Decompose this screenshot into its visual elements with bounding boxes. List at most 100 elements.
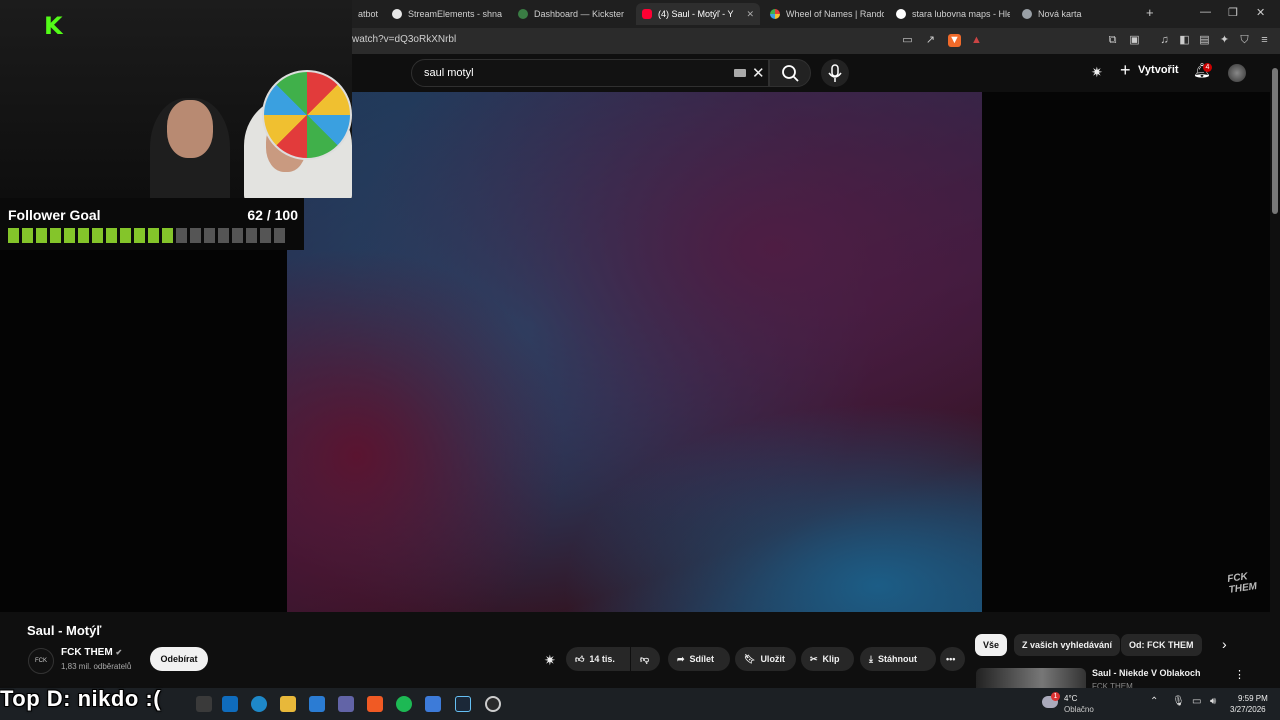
browser-tab-active[interactable]: (4) Saul - Motýľ - Y ✕: [636, 3, 760, 25]
recommended-thumbnail[interactable]: [976, 668, 1086, 688]
google-icon: [896, 9, 906, 19]
teams-icon[interactable]: [338, 696, 354, 712]
subscribe-button[interactable]: Odebírat: [150, 647, 208, 671]
outlook-icon[interactable]: [222, 696, 238, 712]
prize-wheel-icon: [262, 70, 352, 160]
clip-button[interactable]: ✂ Klip: [801, 647, 854, 671]
thumbs-up-icon: 👍︎: [575, 653, 585, 664]
mic-icon: [828, 64, 842, 82]
store-icon[interactable]: [309, 696, 325, 712]
browser-tab[interactable]: StreamElements - shnaidy: [386, 3, 502, 25]
menu-icon[interactable]: ≡: [1258, 34, 1271, 47]
top-donor-overlay: Top D: nikdo :(: [0, 686, 162, 711]
clock-time[interactable]: 9:59 PM: [1238, 694, 1268, 703]
media-icon[interactable]: ♫: [1158, 34, 1171, 47]
goal-progress-segment: [190, 228, 201, 243]
video-title: Saul - Motýľ: [27, 623, 102, 638]
create-button[interactable]: Vytvořit: [1138, 64, 1179, 76]
dislike-button[interactable]: 👎︎: [631, 647, 660, 671]
cast-icon[interactable]: ▭: [901, 34, 914, 47]
steam-icon[interactable]: [455, 696, 471, 712]
streamelements-icon: [392, 9, 402, 19]
search-box[interactable]: ✕: [411, 59, 769, 87]
bookmark-icon: 🔖︎: [744, 653, 756, 664]
task-view-icon[interactable]: [196, 696, 212, 712]
goal-progress-segment: [260, 228, 271, 243]
search-input[interactable]: [422, 66, 726, 80]
goal-progress-segment: [246, 228, 257, 243]
windows-taskbar: 1 4°C Oblačno ⌃ 🎙︎ ▭ 🔊︎ 9:59 PM 3/27/202…: [0, 688, 1280, 720]
channel-name[interactable]: FCK THEM ✔: [61, 647, 122, 658]
share-icon[interactable]: ↗: [924, 34, 937, 47]
weather-description: Oblačno: [1064, 705, 1094, 714]
channel-avatar[interactable]: FCK: [28, 648, 54, 674]
video-side-background: [982, 92, 1280, 612]
filter-chip-all[interactable]: Vše: [975, 634, 1008, 656]
extensions-icon[interactable]: ⧉: [1106, 34, 1119, 47]
vpn-icon[interactable]: ⛉: [1238, 34, 1251, 47]
avatar[interactable]: [1228, 64, 1246, 82]
app-icon[interactable]: [425, 696, 441, 712]
goal-progress-bar: [8, 228, 285, 243]
search-button[interactable]: [769, 59, 811, 87]
share-arrow-icon: ➦: [677, 653, 685, 664]
maximize-icon[interactable]: ❐: [1228, 6, 1238, 19]
ask-ai-icon[interactable]: ✷: [544, 652, 556, 669]
goal-progress-segment: [176, 228, 187, 243]
sidebar-icon[interactable]: ◧: [1178, 34, 1191, 47]
scrollbar[interactable]: [1270, 54, 1280, 688]
youtube-icon: [642, 9, 652, 19]
microphone-tray-icon[interactable]: 🎙︎: [1172, 696, 1185, 707]
thumbs-down-icon: 👎︎: [640, 653, 650, 664]
spotify-icon[interactable]: [396, 696, 412, 712]
brave-icon[interactable]: [367, 696, 383, 712]
network-icon[interactable]: ▭: [1192, 696, 1201, 707]
brave-shield-icon[interactable]: ▼: [948, 34, 961, 47]
browser-tab[interactable]: stara lubovna maps - Hled: [890, 3, 1010, 25]
volume-icon[interactable]: 🔊︎: [1210, 696, 1216, 707]
notification-badge: 4: [1203, 63, 1212, 72]
like-button[interactable]: 👍︎ 14 tis.: [566, 647, 630, 671]
ask-icon[interactable]: ✷: [1091, 64, 1103, 81]
new-tab-button[interactable]: +: [1146, 5, 1154, 20]
create-plus-icon[interactable]: +: [1120, 60, 1131, 81]
goal-progress-segment: [8, 228, 19, 243]
leo-ai-icon[interactable]: ✦: [1218, 34, 1231, 47]
download-icon: ⤓: [869, 653, 873, 664]
goal-progress-segment: [148, 228, 159, 243]
chevron-right-icon[interactable]: ›: [1222, 636, 1227, 652]
more-actions-button[interactable]: •••: [940, 647, 965, 671]
clear-search-icon[interactable]: ✕: [752, 64, 765, 82]
filter-chip-searches[interactable]: Z vašich vyhledávání: [1014, 634, 1121, 656]
wallet-icon[interactable]: ▤: [1198, 34, 1211, 47]
obs-icon[interactable]: [485, 696, 501, 712]
goal-progress-segment: [204, 228, 215, 243]
recommended-menu-icon[interactable]: ⋮: [1234, 668, 1245, 681]
browser-tab[interactable]: atbot: [352, 3, 382, 25]
edge-icon[interactable]: [251, 696, 267, 712]
share-button[interactable]: ➦ Sdílet: [668, 647, 730, 671]
browser-tab[interactable]: Dashboard — Kickster: [512, 3, 632, 25]
scrollbar-thumb[interactable]: [1272, 68, 1278, 214]
browser-tab[interactable]: Nová karta: [1016, 3, 1136, 25]
tab-search-icon[interactable]: ▣: [1128, 34, 1141, 47]
keyboard-icon[interactable]: [734, 69, 746, 77]
download-button[interactable]: ⤓ Stáhnout: [860, 647, 936, 671]
clock-date[interactable]: 3/27/2026: [1230, 705, 1266, 714]
webcam-overlay: K: [0, 0, 352, 198]
url-field[interactable]: watch?v=dQ3oRkXNrbl: [352, 34, 456, 45]
filter-chip-channel[interactable]: Od: FCK THEM: [1121, 634, 1202, 656]
recommended-title[interactable]: Saul - Niekde V Oblakoch: [1092, 668, 1201, 678]
rewards-icon[interactable]: ▲: [970, 34, 983, 47]
close-window-icon[interactable]: ✕: [1256, 6, 1265, 19]
video-player[interactable]: [287, 92, 982, 612]
goal-progress-segment: [36, 228, 47, 243]
scissors-icon: ✂: [810, 653, 818, 664]
minimize-icon[interactable]: —: [1200, 6, 1211, 18]
voice-search-button[interactable]: [821, 59, 849, 87]
chevron-up-icon[interactable]: ⌃: [1150, 696, 1158, 707]
save-button[interactable]: 🔖︎ Uložit: [735, 647, 796, 671]
file-explorer-icon[interactable]: [280, 696, 296, 712]
close-tab-icon[interactable]: ✕: [746, 9, 754, 20]
browser-tab[interactable]: Wheel of Names | Random: [764, 3, 884, 25]
